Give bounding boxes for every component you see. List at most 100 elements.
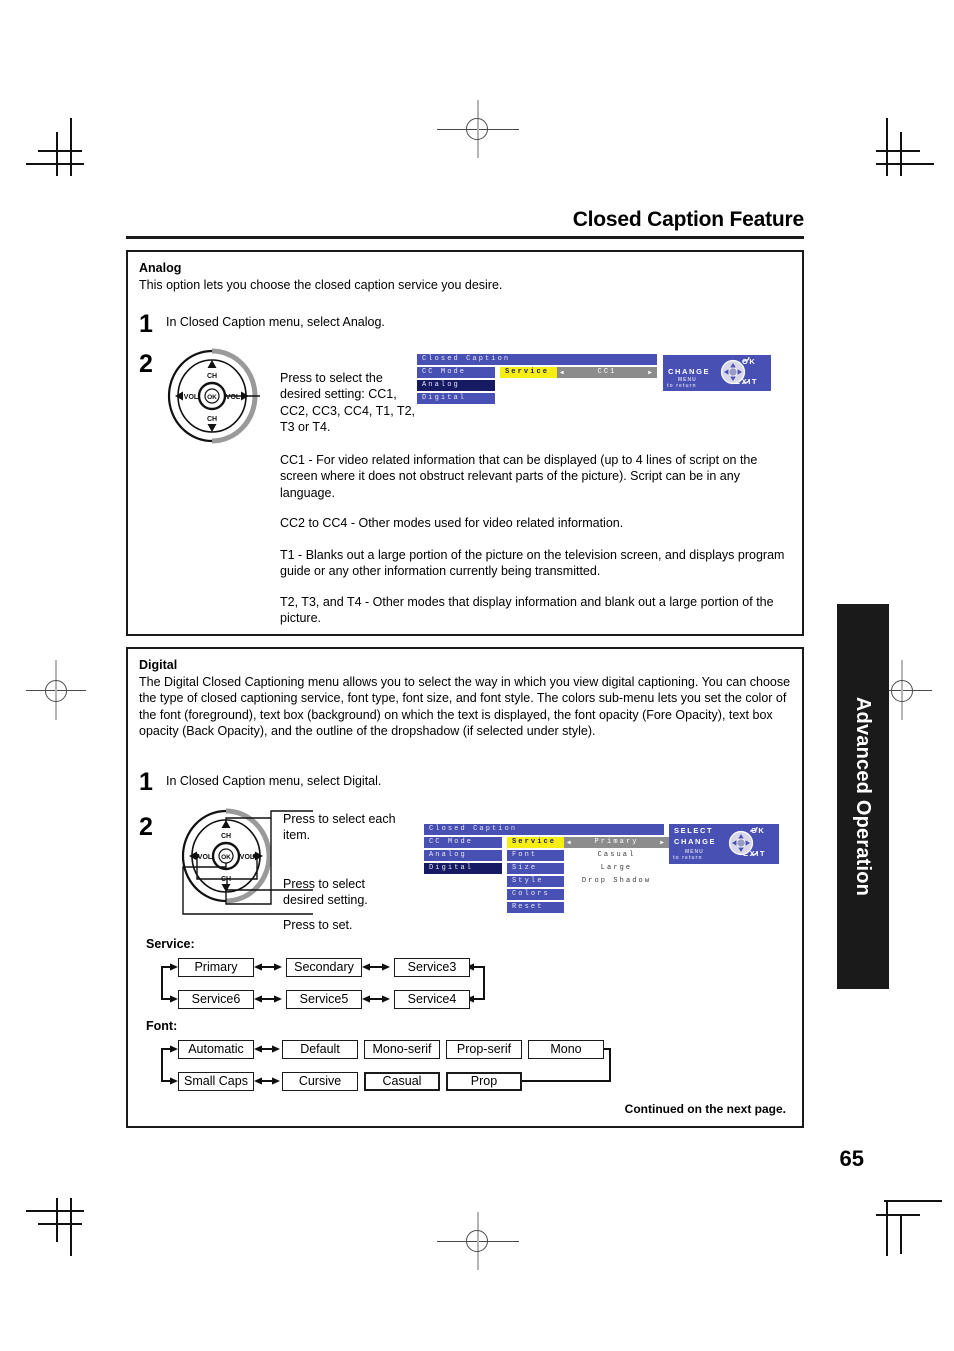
osd-submenu-value-style[interactable]: Drop Shadow <box>564 876 669 887</box>
osd-help-analog: CHANGE OK EXIT MENU to return <box>663 355 771 391</box>
osd-digital-row-digital[interactable]: Digital <box>424 863 502 874</box>
digital-callout-select-setting: Press to select desired setting. <box>283 877 368 908</box>
svg-text:CH: CH <box>221 833 231 840</box>
analog-step1-number: 1 <box>139 310 153 338</box>
font-box-mono-serif[interactable]: Mono-serif <box>364 1040 440 1059</box>
font-box-small-caps[interactable]: Small Caps <box>178 1072 254 1091</box>
crop-mark-top-left <box>26 118 96 178</box>
right-arrow-icon: ▶ <box>660 839 666 846</box>
font-box-default[interactable]: Default <box>282 1040 358 1059</box>
registration-mark-top <box>437 100 519 160</box>
crop-mark-top-right <box>862 118 934 178</box>
svg-text:VOL: VOL <box>198 854 213 861</box>
osd-submenu-values: ◀ Primary ▶ Casual Large Drop Shadow <box>564 837 669 915</box>
osd-help-pad-icon <box>720 356 750 385</box>
osd-help-digital-change: CHANGE <box>674 837 717 846</box>
service-box-service3[interactable]: Service3 <box>394 958 470 977</box>
svg-text:OK: OK <box>221 854 231 861</box>
osd-row-cc-mode[interactable]: CC Mode <box>417 367 495 378</box>
page-number: 65 <box>839 1146 864 1171</box>
crop-mark-bottom-left <box>26 1196 96 1256</box>
osd-digital-row-cc-mode[interactable]: CC Mode <box>424 837 502 848</box>
svg-text:OK: OK <box>207 394 217 401</box>
analog-step2-number: 2 <box>139 350 153 378</box>
svg-text:CH: CH <box>207 416 217 423</box>
osd-help-digital: SELECT CHANGE OK EXIT MENU to return <box>669 824 779 864</box>
digital-heading: Digital <box>139 658 178 672</box>
analog-intro: This option lets you choose the closed c… <box>139 278 503 292</box>
analog-heading: Analog <box>139 261 182 275</box>
service-box-service6[interactable]: Service6 <box>178 990 254 1009</box>
osd-highlight-service[interactable]: Service <box>500 367 557 378</box>
font-box-mono[interactable]: Mono <box>528 1040 604 1059</box>
osd-help-select: SELECT <box>674 826 714 835</box>
service-box-service4[interactable]: Service4 <box>394 990 470 1009</box>
analog-step1-text: In Closed Caption menu, select Analog. <box>166 315 385 329</box>
osd-row-analog[interactable]: Analog <box>417 380 495 391</box>
digital-callout-set: Press to set. <box>283 918 353 932</box>
osd-submenu-labels: Service Font Size Style Colors Reset <box>507 837 564 915</box>
digital-section: Digital The Digital Closed Captioning me… <box>126 647 804 1128</box>
font-box-casual[interactable]: Casual <box>364 1072 440 1091</box>
font-box-prop[interactable]: Prop <box>446 1072 522 1091</box>
right-arrow-icon: ▶ <box>648 369 654 376</box>
font-box-cursive[interactable]: Cursive <box>282 1072 358 1091</box>
left-arrow-icon: ◀ <box>567 839 573 846</box>
svg-text:VOL: VOL <box>184 394 199 401</box>
svg-text:CH: CH <box>207 373 217 380</box>
osd-digital: Closed Caption CC Mode Analog Digital Se… <box>424 824 674 915</box>
osd-submenu-value-size[interactable]: Large <box>564 863 669 874</box>
digital-step1-text: In Closed Caption menu, select Digital. <box>166 774 382 788</box>
osd-value-text: CC1 <box>597 368 617 376</box>
continued-note: Continued on the next page. <box>624 1102 786 1116</box>
osd-title: Closed Caption <box>417 354 657 365</box>
osd-submenu-value-service[interactable]: ◀ Primary ▶ <box>564 837 669 848</box>
osd-digital-row-analog[interactable]: Analog <box>424 850 502 861</box>
osd-row-digital[interactable]: Digital <box>417 393 495 404</box>
analog-paragraph-t2-t4: T2, T3, and T4 - Other modes that displa… <box>280 595 774 626</box>
osd-submenu-label-style[interactable]: Style <box>507 876 564 887</box>
digital-step2-number: 2 <box>139 813 153 841</box>
analog-step2-text: Press to select the desired setting: CC1… <box>280 371 415 435</box>
service-flow-label: Service: <box>146 937 195 951</box>
service-box-primary[interactable]: Primary <box>178 958 254 977</box>
digital-intro: The Digital Closed Captioning menu allow… <box>139 675 791 739</box>
analog-paragraph-cc1: CC1 - For video related information that… <box>280 453 758 500</box>
font-box-automatic[interactable]: Automatic <box>178 1040 254 1059</box>
osd-submenu-label-colors[interactable]: Colors <box>507 889 564 900</box>
left-arrow-icon: ◀ <box>560 369 566 376</box>
osd-submenu-label-reset[interactable]: Reset <box>507 902 564 913</box>
osd-value-cc1[interactable]: ◀ CC1 ▶ <box>557 367 657 378</box>
service-box-secondary[interactable]: Secondary <box>286 958 362 977</box>
section-side-tab: Advanced Operation <box>837 604 889 989</box>
osd-help-to-return: to return <box>667 383 697 389</box>
osd-help-change: CHANGE <box>668 367 711 376</box>
font-flow-label: Font: <box>146 1019 178 1033</box>
svg-text:VOL: VOL <box>226 394 241 401</box>
osd-submenu-label-service[interactable]: Service <box>507 837 564 848</box>
osd-analog: Closed Caption CC Mode Service ◀ CC1 ▶ A… <box>417 354 657 406</box>
digital-callout-select-item: Press to select each item. <box>283 812 396 843</box>
osd-submenu-value-service-text: Primary <box>594 838 639 846</box>
osd-help-digital-pad-icon <box>728 826 758 856</box>
osd-digital-title: Closed Caption <box>424 824 664 835</box>
registration-mark-left <box>26 660 86 722</box>
analog-paragraph-cc2-cc4: CC2 to CC4 - Other modes used for video … <box>280 516 624 530</box>
osd-submenu-value-font[interactable]: Casual <box>564 850 669 861</box>
font-box-prop-serif[interactable]: Prop-serif <box>446 1040 522 1059</box>
osd-submenu-label-size[interactable]: Size <box>507 863 564 874</box>
analog-paragraph-t1: T1 - Blanks out a large portion of the p… <box>280 548 785 579</box>
title-divider <box>126 236 804 239</box>
registration-mark-bottom <box>437 1212 519 1272</box>
remote-navigation-wheel-analog: CH CH VOL VOL OK <box>164 348 309 444</box>
digital-step1-number: 1 <box>139 768 153 796</box>
crop-mark-bottom-right <box>862 1196 942 1256</box>
osd-submenu-label-font[interactable]: Font <box>507 850 564 861</box>
service-box-service5[interactable]: Service5 <box>286 990 362 1009</box>
osd-help-digital-to-return: to return <box>673 855 703 861</box>
analog-section: Analog This option lets you choose the c… <box>126 250 804 636</box>
osd-digital-left-column: CC Mode Analog Digital <box>424 837 502 876</box>
page-title: Closed Caption Feature <box>572 208 804 231</box>
side-tab-label: Advanced Operation <box>852 696 875 897</box>
svg-text:VOL: VOL <box>240 854 255 861</box>
